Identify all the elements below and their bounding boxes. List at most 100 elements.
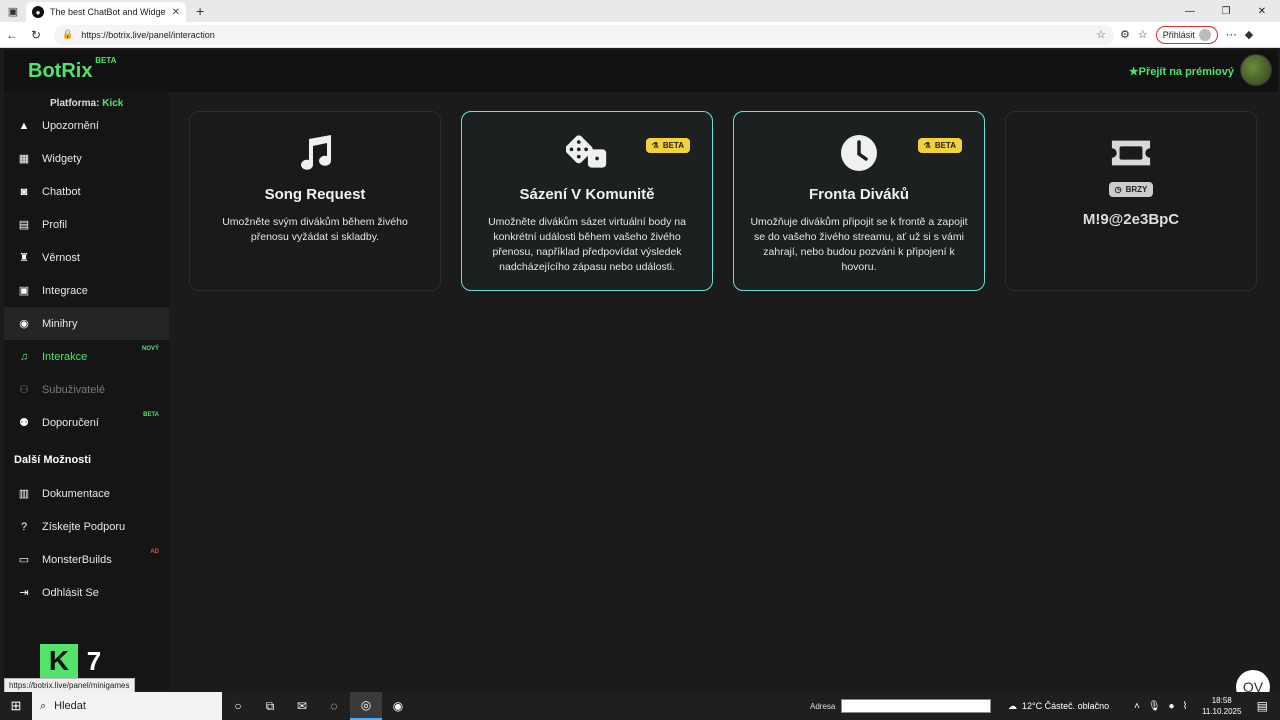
wifi-icon[interactable]: ⌇: [1183, 701, 1188, 712]
edge-browser-icon[interactable]: ◎: [350, 692, 382, 720]
clock-date: 11.10.2025: [1202, 707, 1242, 716]
browser-tab[interactable]: ● The best ChatBot and Widgets fo ✕: [26, 2, 186, 22]
sidebar-item-label: Doporučení: [42, 416, 99, 429]
url-bar[interactable]: 🔒 https://botrix.live/panel/interaction …: [54, 24, 1114, 45]
sidebar-item-doporuceni[interactable]: ⚉ Doporučení BETA: [4, 406, 169, 439]
botrix-app: BotRix BETA ★Přejít na prémiový Platform…: [4, 50, 1278, 704]
sidebar-item-label: Minihry: [42, 317, 78, 330]
platform-value: Kick: [102, 98, 124, 109]
login-button[interactable]: Přihlásit: [1155, 25, 1218, 44]
sidebar-item-monsterbuilds[interactable]: ▭ MonsterBuilds AD: [4, 543, 169, 576]
weather-widget[interactable]: ☁ 12°C Částeč. oblačno: [1008, 692, 1109, 720]
sidebar-item-label: Widgety: [42, 152, 82, 165]
minimize-icon[interactable]: —: [1172, 0, 1208, 22]
sidebar-item-label: Profil: [42, 218, 68, 231]
sidebar-item-chatbot[interactable]: ◙ Chatbot: [4, 175, 169, 208]
taskbar-search[interactable]: ⌕ Hledat: [32, 692, 222, 720]
card-description: Umožněte svým divákům během živého přeno…: [222, 216, 408, 243]
sidebar-item-upozorneni[interactable]: ▲ Upozornění: [4, 109, 169, 142]
botrix-logo[interactable]: BotRix BETA: [28, 56, 116, 83]
reload-icon[interactable]: ↻: [24, 22, 48, 48]
warning-icon: ▲: [18, 119, 30, 132]
sidebar-item-subuzivatele[interactable]: ⚇ Subuživatelé: [4, 373, 169, 406]
clock-icon: [838, 132, 880, 174]
maximize-icon[interactable]: ❐: [1208, 0, 1244, 22]
sidebar-item-dokumentace[interactable]: ▥ Dokumentace: [4, 477, 169, 510]
messenger-icon[interactable]: ◌: [318, 692, 350, 720]
coming-soon-label: BRZY: [1125, 185, 1148, 194]
ad-badge: AD: [150, 549, 159, 555]
new-badge: NOVÝ: [141, 346, 159, 352]
platform-label: Platforma:: [50, 98, 100, 109]
app-header: BotRix BETA ★Přejít na prémiový: [4, 50, 1278, 92]
flask-icon: ⚗: [651, 141, 659, 150]
card-description: Umožňuje divákům připojit se k frontě a …: [750, 216, 968, 273]
microphone-icon[interactable]: 🎙: [1148, 701, 1161, 712]
back-icon[interactable]: ←: [0, 22, 24, 48]
sidebar: Platforma: Kick ▲ Upozornění ▦ Widgety ◙ Ch…: [4, 92, 169, 690]
sidebar-item-podpora[interactable]: ? Získejte Podporu: [4, 510, 169, 543]
weather-icon: ☁: [1008, 700, 1017, 711]
music-note-icon: [294, 132, 336, 174]
close-window-icon[interactable]: ✕: [1244, 0, 1280, 22]
tab-actions-icon[interactable]: ▣: [0, 0, 26, 22]
obs-icon[interactable]: ◉: [382, 692, 414, 720]
taskbar-search-label: Hledat: [54, 700, 86, 712]
network-icon[interactable]: ●: [1169, 701, 1175, 712]
favorite-star-icon[interactable]: ☆: [1096, 28, 1106, 41]
windows-start-icon[interactable]: ⊞: [0, 692, 32, 720]
kick-level-badge: K 7: [40, 644, 108, 678]
sidebar-item-label: Integrace: [42, 284, 88, 297]
monitor-icon: ▭: [18, 554, 30, 566]
card-viewer-queue[interactable]: ⚗ BETA Fronta Diváků Umožňuje divákům při…: [733, 111, 985, 291]
system-tray: ˄ 🎙 ● ⌇: [1134, 692, 1187, 720]
users-icon: ⚇: [19, 384, 29, 396]
tab-close-icon[interactable]: ✕: [172, 7, 180, 18]
clock[interactable]: 18:58 11.10.2025: [1202, 695, 1241, 717]
premium-label: Přejít na prémiový: [1138, 65, 1234, 78]
extensions-icon[interactable]: ⚙: [1120, 28, 1130, 41]
outlook-icon[interactable]: ✉: [286, 692, 318, 720]
browser-tabbar: ▣ ● The best ChatBot and Widgets fo ✕ + …: [0, 0, 1280, 22]
sidebar-item-minihry[interactable]: ◉ Minihry: [4, 307, 169, 340]
new-tab-icon[interactable]: +: [196, 3, 204, 19]
adresa-input[interactable]: [841, 699, 992, 713]
sidebar-item-label: Získejte Podporu: [42, 520, 126, 533]
dice-icon: [566, 132, 608, 174]
lock-icon: 🔒: [62, 29, 74, 39]
address-toolbar: ← ↻ 🔒 https://botrix.live/panel/interact…: [0, 22, 1280, 48]
sidebar-item-label: Věrnost: [42, 251, 80, 264]
cortana-icon[interactable]: ○: [222, 692, 254, 720]
card-song-request[interactable]: Song Request Umožněte svým divákům během…: [189, 111, 441, 291]
sidebar-item-label: Upozornění: [42, 119, 99, 132]
user-avatar[interactable]: [1240, 54, 1272, 86]
more-menu-icon[interactable]: ⋯: [1226, 28, 1237, 41]
beta-badge: ⚗ BETA: [645, 138, 690, 153]
link-preview-status: https://botrix.live/panel/minigames: [4, 678, 135, 693]
premium-link[interactable]: ★Přejít na prémiový: [1129, 65, 1234, 78]
card-code: M!9@2e3BpC: [1082, 211, 1180, 228]
beta-badge: ⚗ BETA: [917, 138, 962, 153]
interaction-cards: Song Request Umožněte svým divákům během…: [189, 111, 1257, 291]
sidebar-item-logout[interactable]: ⇥ Odhlásit Se: [4, 576, 169, 609]
favorites-icon[interactable]: ☆: [1138, 28, 1148, 41]
sidebar-item-integrace[interactable]: ▣ Integrace: [4, 274, 169, 307]
sidebar-item-profil[interactable]: ▤ Profil: [4, 208, 169, 241]
copilot-icon[interactable]: ◆: [1245, 28, 1253, 41]
task-view-icon[interactable]: ⧉: [254, 692, 286, 720]
beta-badge: BETA: [143, 412, 159, 418]
notification-icon[interactable]: ▤: [1257, 699, 1268, 713]
tab-title: The best ChatBot and Widgets fo: [50, 7, 166, 17]
card-coming-soon[interactable]: ◷ BRZY M!9@2e3BpC: [1005, 111, 1257, 291]
card-community-betting[interactable]: ⚗ BETA Sázení V Komunitě Umožněte divákům…: [461, 111, 713, 291]
platform-indicator: Platforma: Kick: [50, 98, 169, 109]
ticket-icon: [1110, 132, 1152, 174]
widgets-icon: ▦: [18, 153, 30, 165]
sidebar-item-label: Chatbot: [42, 185, 81, 198]
logout-icon: ⇥: [19, 587, 29, 599]
tray-chevron-icon[interactable]: ˄: [1134, 701, 1140, 712]
sidebar-item-interakce[interactable]: ♫ Interakce NOVÝ: [4, 340, 169, 373]
sidebar-item-vernost[interactable]: ♜ Věrnost: [4, 241, 169, 274]
sidebar-item-widgety[interactable]: ▦ Widgety: [4, 142, 169, 175]
adresa-label: Adresa: [810, 701, 836, 711]
